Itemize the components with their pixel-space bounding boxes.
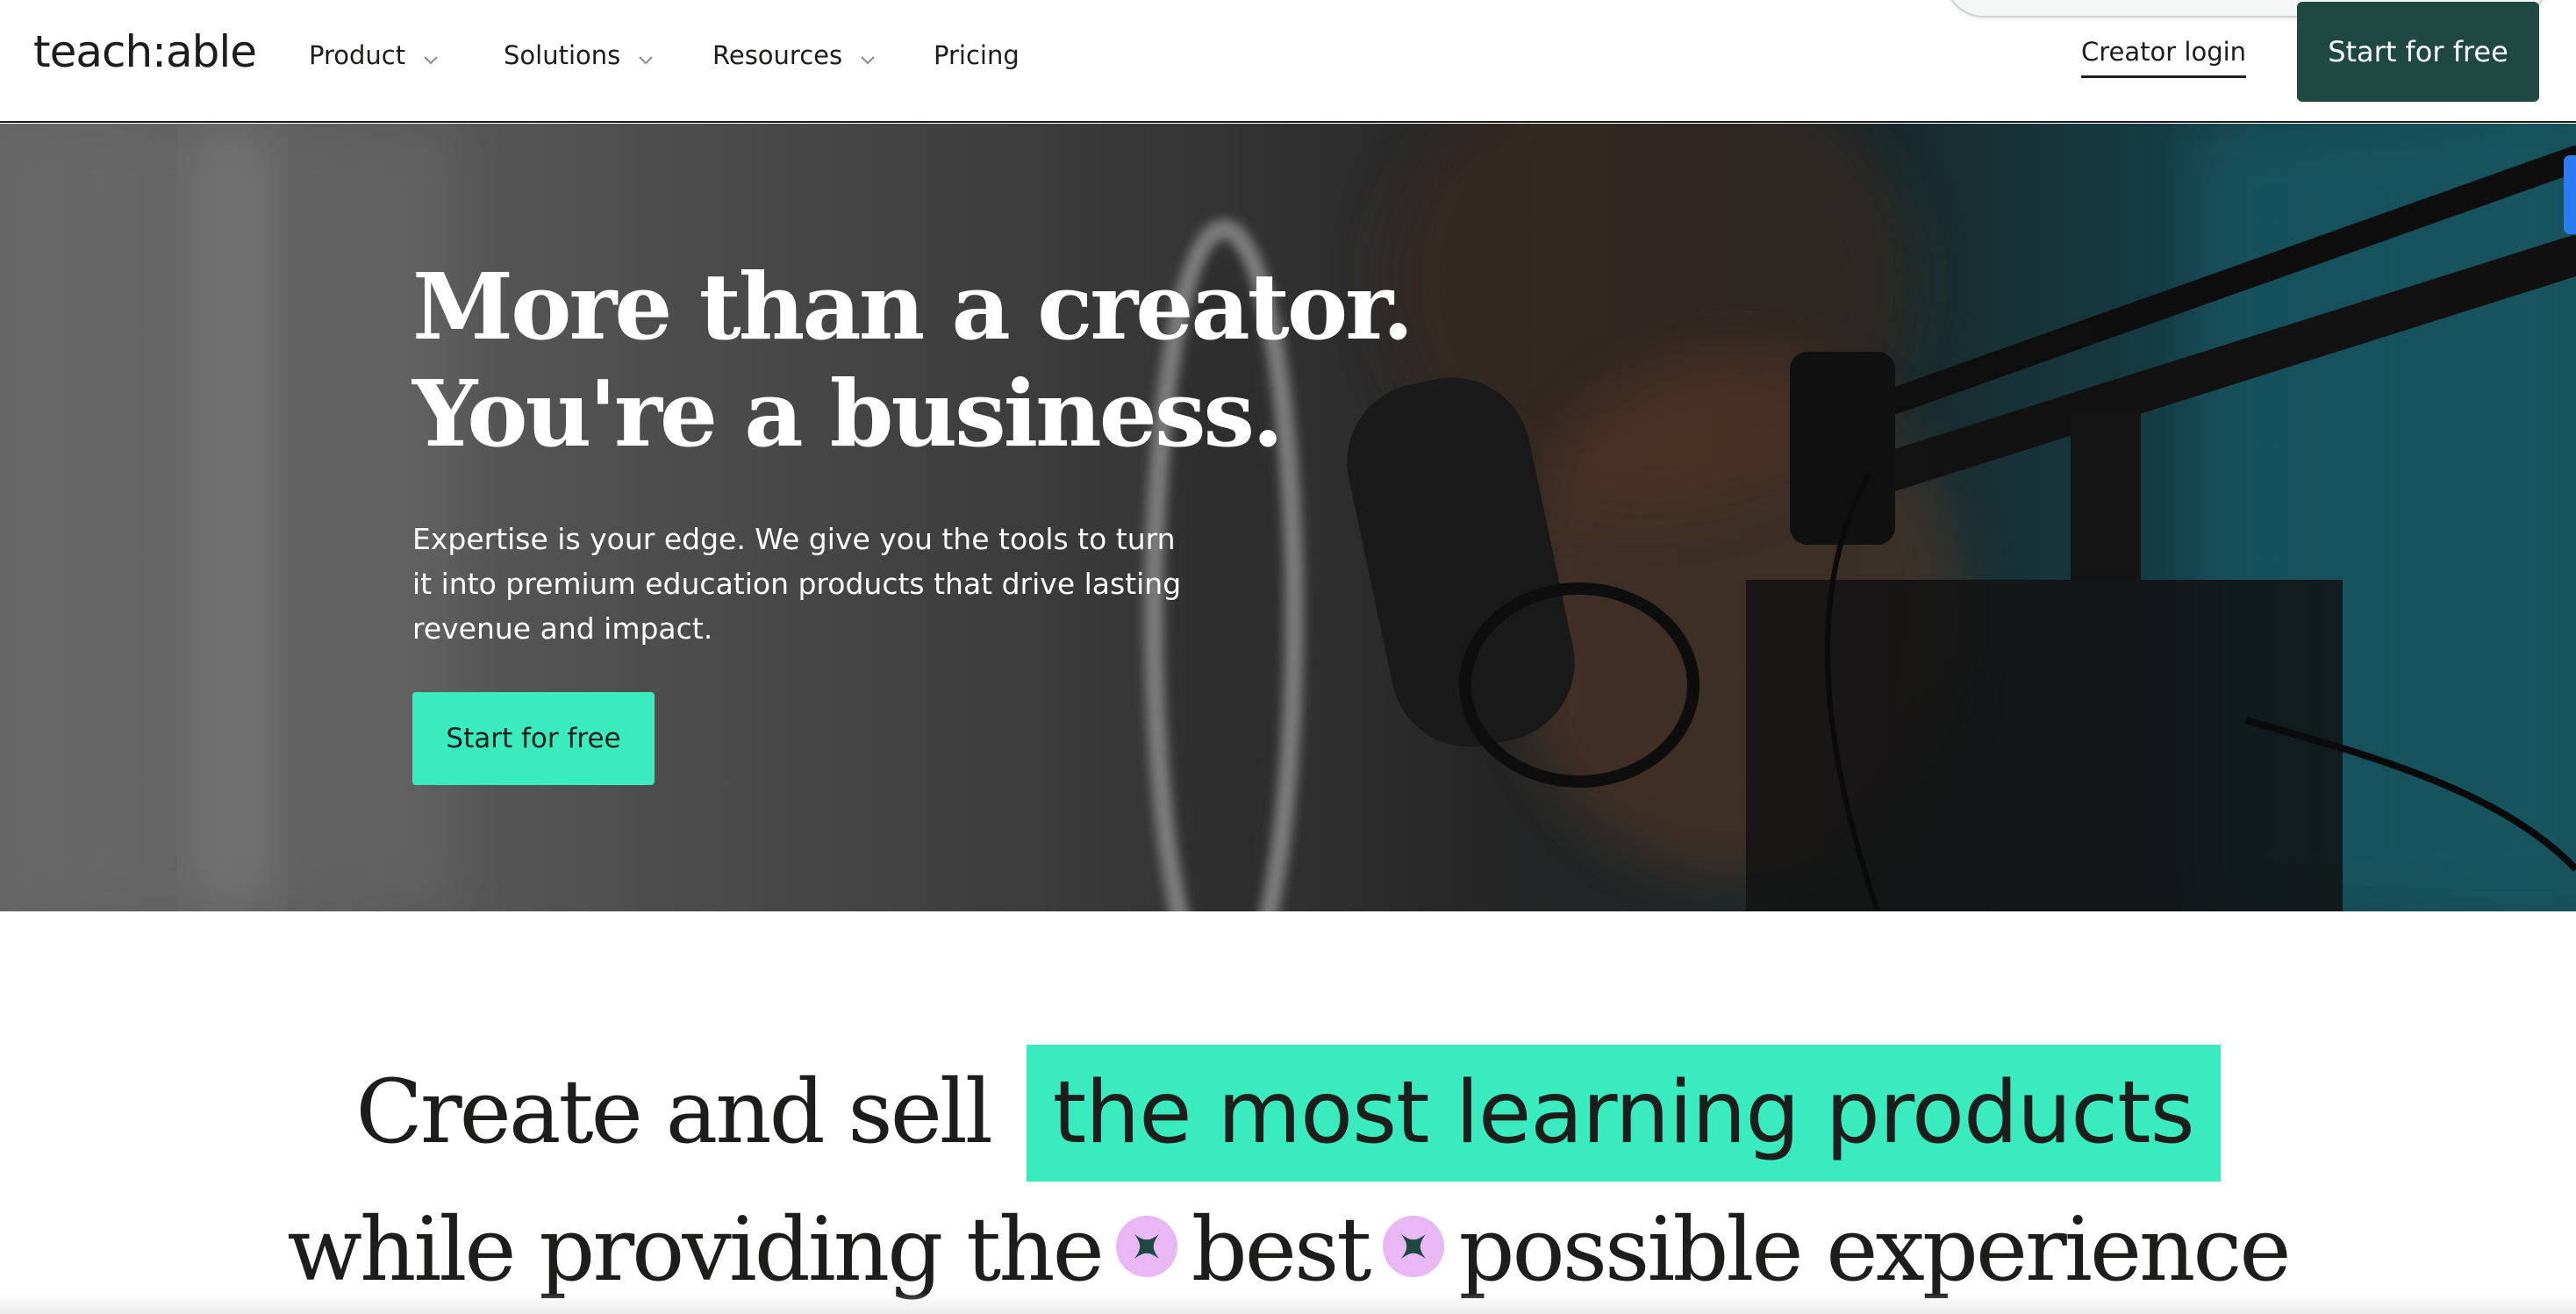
section-headline-line1: Create and sell the most learning produc… xyxy=(0,1044,2576,1182)
chevron-down-icon xyxy=(858,46,877,65)
nav-item-label: Product xyxy=(309,40,406,70)
bottom-fade xyxy=(0,1293,2576,1314)
start-for-free-hero-button[interactable]: Start for free xyxy=(412,692,655,785)
nav-item-pricing[interactable]: Pricing xyxy=(934,35,1020,75)
nav-item-label: Pricing xyxy=(934,40,1020,70)
sparkle-icon xyxy=(1115,1216,1177,1278)
headline-prefix: Create and sell xyxy=(355,1060,993,1163)
hero-title-line1: More than a creator. xyxy=(412,253,1414,361)
creator-login-link[interactable]: Creator login xyxy=(2081,37,2247,78)
headline-part3: possible experience xyxy=(1458,1198,2291,1301)
teachable-logo[interactable]: teach:able xyxy=(33,26,257,77)
headline-part1: while providing the xyxy=(287,1198,1104,1301)
hero-section: More than a creator. You're a business. … xyxy=(0,124,2576,911)
nav-item-solutions[interactable]: Solutions xyxy=(504,35,655,75)
start-for-free-nav-button[interactable]: Start for free xyxy=(2297,2,2539,102)
nav-item-label: Resources xyxy=(712,40,843,70)
side-feedback-tab[interactable] xyxy=(2564,155,2576,234)
nav-item-product[interactable]: Product xyxy=(309,35,440,75)
hero-background-image xyxy=(0,124,2576,911)
hero-title: More than a creator. You're a business. xyxy=(412,253,1414,468)
chevron-down-icon xyxy=(421,46,440,65)
headline-highlight: the most learning products xyxy=(1026,1045,2221,1182)
sparkle-icon xyxy=(1383,1216,1445,1278)
top-nav: teach:able Product Solutions Resources P… xyxy=(0,0,2576,123)
hero-subtitle: Expertise is your edge. We give you the … xyxy=(412,522,1182,646)
nav-item-label: Solutions xyxy=(504,40,621,70)
headline-part2: best xyxy=(1191,1198,1372,1301)
hero-title-line2: You're a business. xyxy=(412,360,1284,468)
nav-item-resources[interactable]: Resources xyxy=(712,35,877,75)
chevron-down-icon xyxy=(636,46,655,65)
